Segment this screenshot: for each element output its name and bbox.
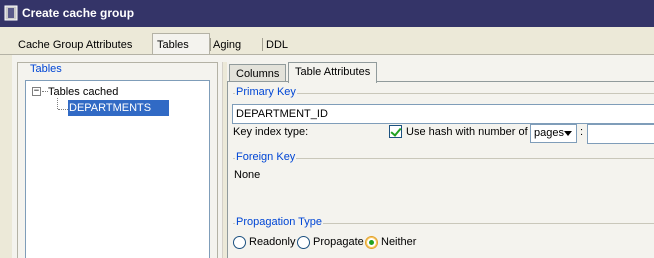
use-hash-label[interactable]: Use hash with number of	[406, 126, 528, 138]
chevron-down-icon	[564, 131, 572, 136]
database-icon	[4, 5, 18, 21]
radio-neither-label: Neither	[381, 236, 417, 248]
radio-button[interactable]	[233, 236, 246, 249]
propagation-group-title: Propagation Type	[235, 216, 324, 228]
collapse-icon[interactable]: −	[32, 87, 41, 96]
tree-item-departments[interactable]: DEPARTMENTS [HR]	[68, 100, 169, 130]
main-tab-bar: Cache Group Attributes Tables Aging DDL	[0, 33, 654, 55]
radio-readonly-label: Readonly	[249, 236, 296, 248]
sub-tab-bar: Columns Table Attributes	[227, 62, 654, 83]
tab-ddl[interactable]: DDL	[262, 33, 292, 55]
colon-label: :	[580, 126, 584, 138]
tab-tables[interactable]: Tables	[152, 33, 210, 55]
radio-propagate-label: Propagate	[313, 236, 364, 248]
tables-group-title: Tables	[28, 63, 64, 75]
use-hash-checkbox[interactable]	[389, 125, 402, 138]
tab-aging[interactable]: Aging	[209, 33, 245, 55]
foreign-key-group-title: Foreign Key	[235, 151, 297, 163]
hash-pages-input[interactable]	[587, 124, 654, 144]
key-index-type-label: Key index type:	[233, 126, 309, 138]
pages-dropdown[interactable]: pages	[530, 124, 577, 143]
foreign-key-value: None	[234, 169, 261, 181]
primary-key-group-title: Primary Key	[235, 86, 297, 98]
radio-button[interactable]	[297, 236, 310, 249]
tab-table-attributes[interactable]: Table Attributes	[288, 62, 378, 83]
tree-connector	[57, 98, 58, 109]
window-title: Create cache group	[22, 6, 135, 20]
pages-dropdown-value: pages	[534, 127, 564, 139]
tree-root-tables-cached[interactable]: Tables cached	[48, 86, 118, 98]
radio-button-selected[interactable]	[365, 236, 378, 249]
title-bar: Create cache group	[0, 0, 654, 27]
tree-connector	[58, 109, 68, 110]
primary-key-field[interactable]: DEPARTMENT_ID	[232, 104, 654, 124]
tab-cache-group-attributes[interactable]: Cache Group Attributes	[14, 33, 136, 55]
